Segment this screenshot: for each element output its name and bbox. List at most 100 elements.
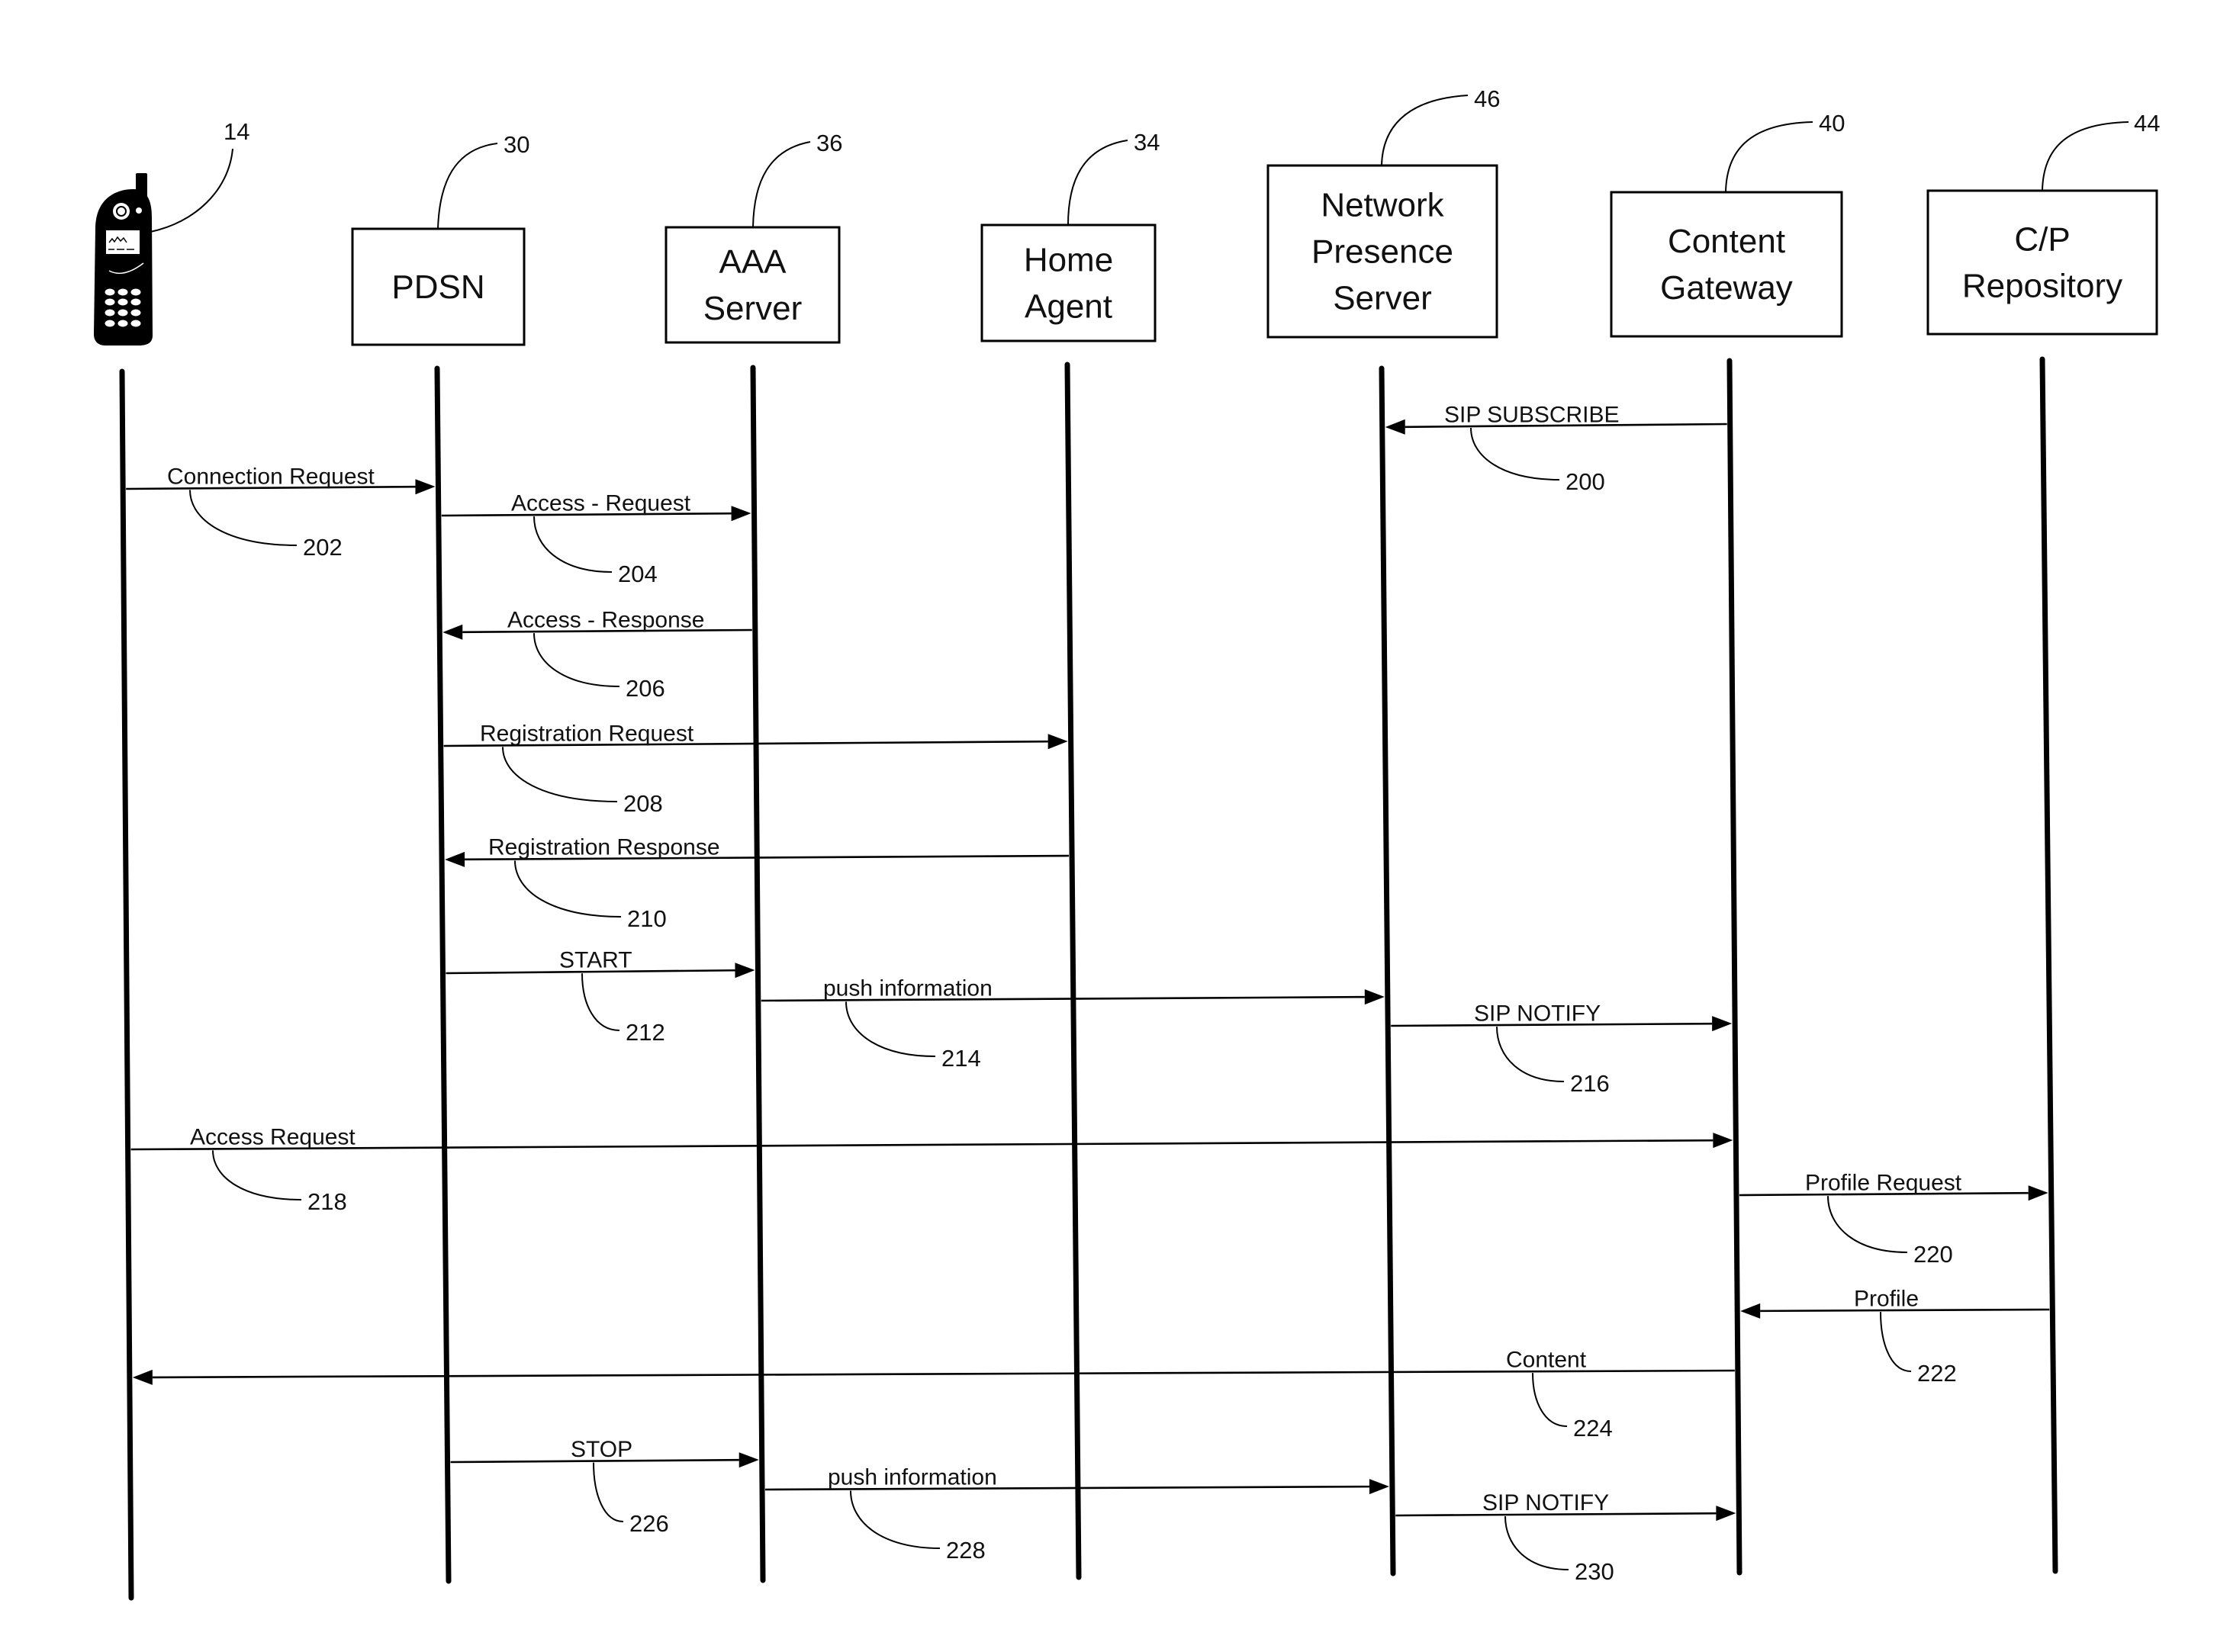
reference-numeral: 36 [816, 130, 842, 156]
message-label: push information [828, 1465, 997, 1490]
message-226: STOP 226 [450, 1437, 759, 1537]
reference-numeral: 218 [307, 1188, 347, 1215]
message-label: Connection Request [167, 464, 375, 490]
reference-leader [593, 1462, 624, 1522]
message-arrow-line [130, 1139, 1714, 1151]
reference-leader [1504, 1516, 1569, 1570]
reference-leader [533, 633, 620, 687]
lifeline-nps [1379, 365, 1396, 1576]
reference-numeral: 202 [303, 534, 343, 561]
arrowhead-icon [1047, 734, 1068, 750]
reference-numeral: 210 [627, 905, 667, 932]
participant-label: AAA [719, 243, 787, 281]
arrowhead-icon [1712, 1016, 1733, 1032]
reference-numeral: 30 [504, 131, 529, 158]
message-218: Access Request 218 [130, 1125, 1733, 1215]
participant-label: PDSN [391, 268, 484, 306]
reference-numeral: 200 [1566, 468, 1605, 495]
lifeline-pdsn [434, 365, 452, 1584]
reference-numeral: 228 [946, 1537, 986, 1564]
reference-leader [533, 516, 613, 573]
participants: 14 PDSN 30 AAA Server 36 Home Agent 34 Network Pre… [94, 85, 2160, 346]
reference-leader [581, 973, 620, 1031]
participant-label: Network [1321, 187, 1444, 224]
mobile-phone-icon [94, 173, 153, 346]
message-222: Profile 222 [1740, 1286, 2050, 1387]
reference-numeral: 216 [1570, 1070, 1610, 1097]
arrowhead-icon [1716, 1506, 1736, 1522]
participant-pdsn: PDSN 30 [351, 131, 529, 346]
participant-content-gateway: Content Gateway 40 [1610, 110, 1845, 338]
participant-label: Gateway [1660, 269, 1793, 307]
reference-leader [1532, 1373, 1568, 1427]
reference-leader [2042, 121, 2129, 191]
arrowhead-icon [442, 624, 463, 640]
participant-label: Agent [1025, 288, 1112, 326]
reference-numeral: 34 [1134, 129, 1160, 156]
message-arrow-line [152, 1369, 1735, 1379]
reference-leader [850, 1490, 941, 1549]
message-216: SIP NOTIFY 216 [1391, 1001, 1733, 1097]
messages: SIP SUBSCRIBE 200 Connection Request 202 Acc… [126, 402, 2050, 1585]
lifeline-cp-repository [2039, 356, 2058, 1574]
reference-numeral: 44 [2134, 110, 2160, 137]
message-204: Access - Request 204 [441, 490, 751, 587]
reference-leader [1496, 1027, 1565, 1082]
lifeline-aaa [750, 365, 766, 1583]
reference-numeral: 14 [224, 118, 249, 145]
participant-box [1610, 191, 1843, 338]
participant-box [1926, 189, 2158, 336]
reference-numeral: 206 [626, 675, 665, 702]
participant-label: C/P [2014, 221, 2070, 259]
participant-home-agent: Home Agent 34 [980, 129, 1160, 342]
reference-leader [1725, 121, 1813, 193]
sequence-diagram: 14 PDSN 30 AAA Server 36 Home Agent 34 Network Pre… [94, 85, 2160, 1601]
reference-numeral: 40 [1819, 110, 1845, 137]
participant-cp-repository: C/P Repository 44 [1926, 110, 2160, 336]
arrowhead-icon [735, 963, 755, 979]
message-220: Profile Request 220 [1739, 1170, 2048, 1268]
arrowhead-icon [2028, 1185, 2048, 1201]
reference-leader [752, 141, 811, 228]
reference-numeral: 214 [941, 1045, 981, 1072]
lifeline-mobile [119, 368, 134, 1601]
reference-leader [845, 1001, 936, 1057]
message-label: SIP NOTIFY [1474, 1001, 1601, 1026]
message-212: START 212 [446, 948, 755, 1046]
participant-label: Server [1333, 280, 1432, 317]
message-label: SIP SUBSCRIBE [1444, 402, 1620, 427]
reference-leader [1827, 1196, 1908, 1253]
message-label: Access - Request [511, 490, 691, 516]
participant-label: Presence [1311, 233, 1453, 271]
arrowhead-icon [731, 506, 751, 522]
message-206: Access - Response 206 [442, 607, 752, 702]
message-label: Access Request [190, 1125, 356, 1150]
message-label: START [559, 948, 632, 973]
arrowhead-icon [1713, 1133, 1733, 1149]
message-230: SIP NOTIFY 230 [1395, 1490, 1736, 1585]
reference-numeral: 208 [623, 790, 663, 817]
arrowhead-icon [415, 479, 436, 495]
message-label: push information [823, 976, 993, 1001]
arrowhead-icon [1369, 1479, 1389, 1495]
message-label: Profile Request [1805, 1170, 1962, 1195]
arrowhead-icon [739, 1452, 759, 1468]
message-200: SIP SUBSCRIBE 200 [1385, 402, 1727, 495]
participant-aaa: AAA Server 36 [664, 130, 842, 344]
reference-leader [1880, 1312, 1912, 1372]
message-label: STOP [571, 1437, 632, 1462]
participant-mobile: 14 [94, 118, 249, 346]
reference-leader [1470, 427, 1560, 480]
reference-leader [212, 1150, 302, 1200]
arrowhead-icon [1364, 989, 1385, 1005]
reference-numeral: 220 [1913, 1241, 1953, 1268]
message-label: Content [1506, 1347, 1587, 1372]
reference-numeral: 212 [626, 1019, 665, 1046]
reference-leader [150, 148, 233, 233]
message-label: SIP NOTIFY [1482, 1490, 1609, 1515]
message-label: Registration Request [480, 722, 694, 747]
message-label: Registration Response [488, 835, 720, 860]
reference-numeral: 46 [1474, 85, 1500, 112]
reference-numeral: 230 [1575, 1558, 1614, 1585]
arrowhead-icon [1385, 419, 1405, 435]
